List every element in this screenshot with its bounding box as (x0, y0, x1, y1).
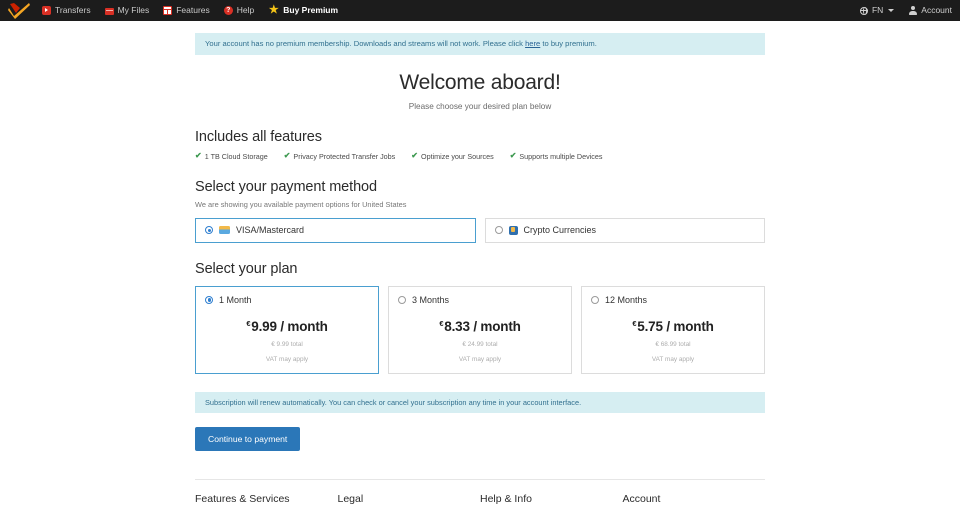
premiumize-logo[interactable] (6, 2, 32, 20)
payment-option-crypto-label: Crypto Currencies (523, 225, 597, 236)
payment-method-options: VISA/Mastercard Crypto Currencies (195, 217, 765, 243)
nav-item-my-files-label: My Files (117, 5, 150, 16)
user-icon (908, 6, 917, 15)
page-body: Your account has no premium membership. … (0, 21, 960, 506)
nav-item-features-label: Features (176, 5, 210, 16)
check-icon: ✔ (509, 151, 517, 161)
nav-item-buy-premium-label: Buy Premium (283, 5, 339, 16)
continue-to-payment-button[interactable]: Continue to payment (195, 427, 301, 452)
plan-vat-note: VAT may apply (651, 355, 695, 363)
feature-label: Supports multiple Devices (519, 151, 603, 161)
transfers-icon (42, 6, 51, 15)
plan-header: 3 Months (398, 295, 562, 305)
feature-label: 1 TB Cloud Storage (204, 151, 268, 161)
feature-item: ✔ Optimize your Sources (411, 152, 493, 161)
plan-name: 12 Months (605, 294, 648, 305)
nav-item-help[interactable]: ? Help (223, 5, 255, 16)
feature-item: ✔ Supports multiple Devices (510, 152, 603, 161)
chevron-down-icon (888, 9, 895, 12)
footer: Features & Services Cloud Storage Remote… (195, 479, 765, 506)
plan-total: € 24.99 total (462, 340, 498, 348)
page-subtitle: Please choose your desired plan below (408, 101, 552, 111)
footer-column-features-services: Features & Services Cloud Storage Remote… (195, 493, 338, 506)
language-label: FN (871, 5, 884, 16)
hero-section: Welcome aboard! Please choose your desir… (195, 71, 765, 111)
nav-item-buy-premium[interactable]: ★ Buy Premium (268, 5, 338, 16)
nav-item-help-label: Help (236, 5, 255, 16)
nav-item-features[interactable]: Features (163, 6, 210, 15)
buy-premium-link[interactable]: here (525, 39, 540, 48)
check-icon: ✔ (411, 151, 418, 161)
globe-icon (859, 6, 868, 15)
features-heading: Includes all features (195, 128, 322, 145)
plan-price-value: 8.33 / month (444, 318, 521, 334)
footer-column-title: Legal (337, 493, 364, 506)
plan-vat-note: VAT may apply (265, 355, 309, 363)
feature-label: Privacy Protected Transfer Jobs (293, 151, 396, 161)
plan-price-value: 5.75 / month (637, 318, 714, 334)
language-selector[interactable]: FN (859, 5, 895, 16)
feature-item: ✔ 1 TB Cloud Storage (195, 152, 268, 161)
radio-visa-mastercard[interactable] (205, 226, 213, 235)
radio-plan-3-months[interactable] (398, 295, 406, 304)
payment-method-heading: Select your payment method (195, 178, 377, 195)
payment-option-visa-mastercard[interactable]: VISA/Mastercard (195, 217, 476, 243)
radio-plan-12-months[interactable] (591, 295, 599, 304)
plan-total: € 68.99 total (655, 340, 691, 348)
premium-warning-text-after: to buy premium. (540, 39, 597, 48)
plan-price-value: 9.99 / month (251, 318, 328, 334)
plan-heading: Select your plan (195, 260, 298, 277)
payment-option-visa-mastercard-label: VISA/Mastercard (236, 225, 305, 236)
plan-card-1-month[interactable]: 1 Month €9.99 / month € 9.99 total VAT m… (195, 285, 379, 374)
subscription-renewal-notice: Subscription will renew automatically. Y… (195, 391, 765, 414)
check-icon: ✔ (195, 151, 202, 161)
top-navigation-bar: Transfers My Files Features ? Help ★ Buy… (0, 0, 960, 21)
plan-vat-note: VAT may apply (458, 355, 502, 363)
plan-card-12-months[interactable]: 12 Months €5.75 / month € 68.99 total VA… (581, 285, 765, 374)
account-menu[interactable]: Account (908, 6, 952, 15)
plan-currency: € (246, 318, 251, 328)
credit-card-icon (219, 226, 230, 235)
plan-price: €8.33 / month (398, 319, 562, 334)
feature-item: ✔ Privacy Protected Transfer Jobs (284, 152, 396, 161)
nav-item-transfers[interactable]: Transfers (42, 6, 91, 15)
plan-currency: € (632, 318, 637, 328)
nav-item-my-files[interactable]: My Files (104, 5, 150, 16)
crypto-coin-icon (508, 225, 518, 235)
payment-method-subtitle: We are showing you available payment opt… (195, 199, 407, 209)
premium-warning-banner: Your account has no premium membership. … (195, 33, 765, 55)
features-icon (163, 6, 173, 15)
help-icon: ? (223, 6, 233, 15)
primary-nav: Transfers My Files Features ? Help ★ Buy… (42, 5, 338, 16)
check-icon: ✔ (283, 151, 291, 161)
plan-name: 3 Months (412, 294, 450, 305)
plan-options: 1 Month €9.99 / month € 9.99 total VAT m… (195, 285, 765, 374)
page-title: Welcome aboard! (399, 70, 561, 94)
footer-column-help-info: Help & Info Customer Service API Documen… (480, 493, 623, 506)
footer-column-account: Account Log in Create new account Reset … (623, 493, 766, 506)
plan-card-3-months[interactable]: 3 Months €8.33 / month € 24.99 total VAT… (388, 285, 572, 374)
radio-crypto[interactable] (494, 226, 503, 235)
radio-plan-1-month[interactable] (205, 295, 213, 304)
secondary-nav: FN Account (859, 0, 952, 21)
nav-item-transfers-label: Transfers (55, 5, 91, 16)
account-label: Account (921, 5, 952, 16)
files-icon (104, 7, 114, 15)
plan-currency: € (439, 318, 444, 328)
footer-column-title: Account (622, 493, 661, 506)
plan-name: 1 Month (219, 294, 252, 305)
plan-total: € 9.99 total (271, 340, 303, 348)
footer-column-legal: Legal Terms of Services Privacy Policy L… (338, 493, 481, 506)
plan-price: €9.99 / month (205, 319, 369, 334)
payment-option-crypto[interactable]: Crypto Currencies (484, 217, 765, 243)
feature-label: Optimize your Sources (420, 151, 494, 161)
plan-header: 12 Months (591, 295, 755, 305)
plan-price: €5.75 / month (591, 319, 755, 334)
premium-warning-text-before: Your account has no premium membership. … (205, 39, 526, 48)
star-icon: ★ (268, 4, 279, 16)
footer-column-title: Help & Info (480, 493, 532, 506)
features-list: ✔ 1 TB Cloud Storage ✔ Privacy Protected… (195, 152, 765, 161)
footer-column-title: Features & Services (195, 493, 290, 506)
plan-header: 1 Month (205, 295, 369, 305)
